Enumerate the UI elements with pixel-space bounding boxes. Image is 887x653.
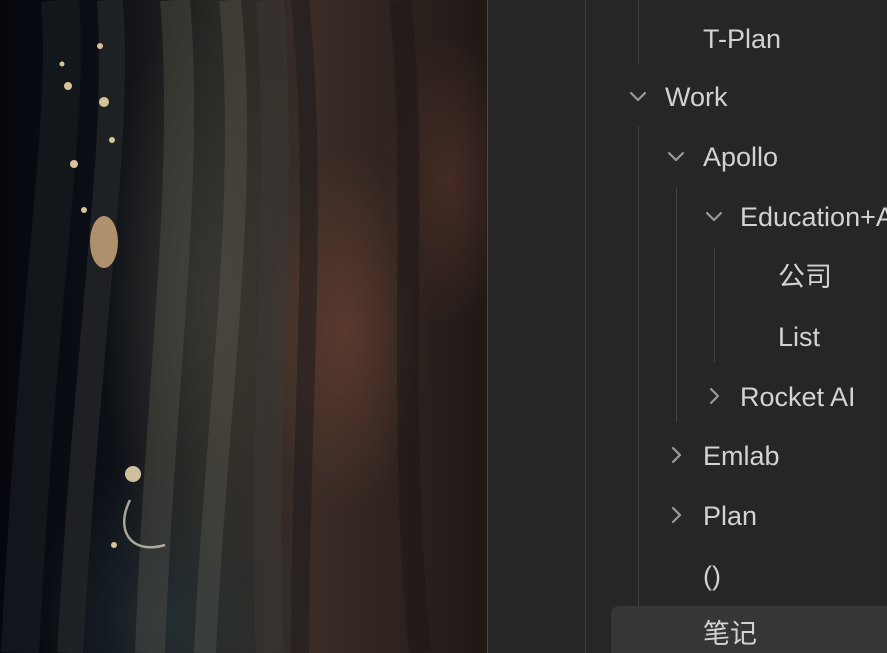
chevron-down-icon[interactable] [663, 144, 689, 170]
chevron-right-icon[interactable] [663, 442, 689, 468]
tree-item-label: () [703, 561, 721, 591]
artwork-strokes [1, 0, 431, 653]
tree-item-label: List [778, 322, 821, 352]
tree-item-label: T-Plan [703, 24, 782, 54]
tree-item-label: 笔记 [703, 619, 757, 649]
tree-item-label: Work [665, 82, 728, 112]
tree-item-label: Apollo [703, 142, 779, 172]
tree-item-plan[interactable]: Plan [488, 487, 887, 545]
tree-item-notes[interactable]: 笔记 [611, 606, 887, 653]
tree-item-t-plan[interactable]: T-Plan [488, 10, 887, 68]
tree-item-label: Emlab [703, 441, 780, 471]
tree-item-work[interactable]: Work [488, 68, 887, 126]
tree-item-label: Education+A [740, 202, 887, 232]
tree-item-apollo[interactable]: Apollo [488, 128, 887, 186]
tree-item-list[interactable]: List [488, 308, 887, 366]
tree-item-rocket-ai[interactable]: Rocket AI [488, 368, 887, 426]
chevron-down-icon[interactable] [625, 84, 651, 110]
tree-item-label: 公司 [778, 262, 832, 292]
tree-item-company[interactable]: 公司 [488, 248, 887, 306]
tree-item-parentheses[interactable]: () [488, 547, 887, 605]
chevron-right-icon[interactable] [701, 383, 727, 409]
tree-item-education[interactable]: Education+A [488, 188, 887, 246]
chevron-right-icon[interactable] [663, 502, 689, 528]
background-artwork [0, 0, 487, 653]
tree-item-emlab[interactable]: Emlab [488, 427, 887, 485]
tree-item-label: Rocket AI [740, 382, 856, 412]
tree-item-label: Plan [703, 501, 758, 531]
chevron-down-icon[interactable] [701, 204, 727, 230]
file-tree-panel: T-Plan Work Apollo Education+A 公司 List R… [488, 0, 887, 653]
